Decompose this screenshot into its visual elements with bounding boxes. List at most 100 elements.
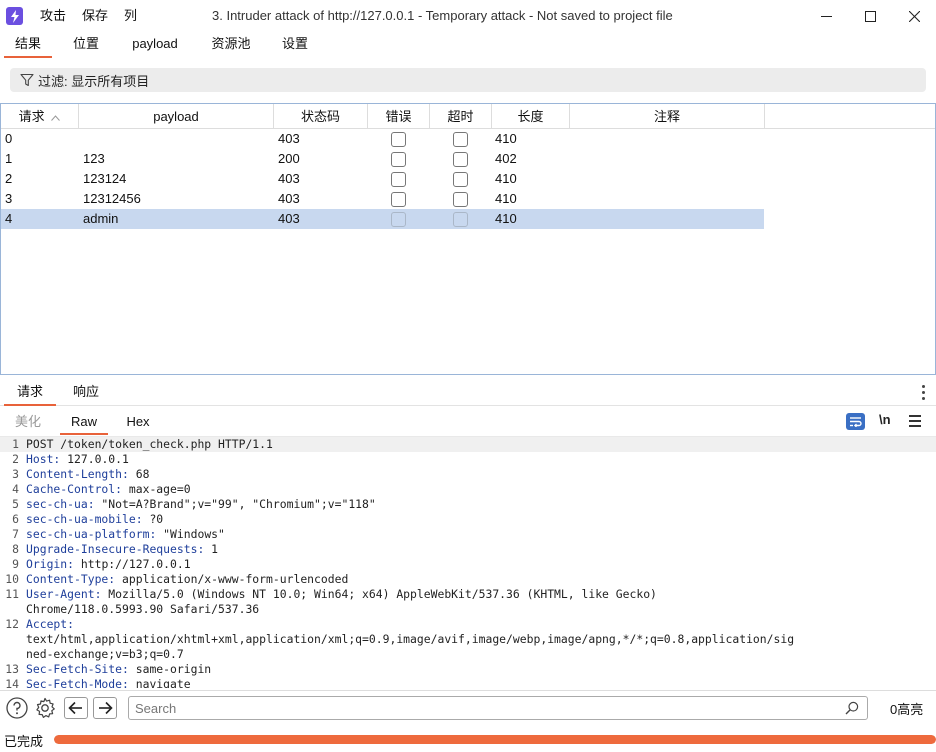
filter-bar[interactable]: 过滤: 显示所有项目 — [10, 68, 926, 92]
header-name: Content-Length: — [26, 467, 129, 481]
filter-icon — [20, 73, 34, 87]
burp-app-icon — [6, 7, 23, 25]
col-header-timeout[interactable]: 超时 — [430, 104, 492, 129]
header-name: Accept: — [26, 617, 75, 631]
error-checkbox[interactable] — [391, 152, 406, 167]
tab-pretty[interactable]: 美化 — [6, 408, 50, 435]
tab-results[interactable]: 结果 — [4, 32, 52, 58]
header-value: text/html,application/xhtml+xml,applicat… — [26, 632, 795, 646]
tab-payload[interactable]: payload — [122, 32, 188, 58]
line-number: 8 — [12, 542, 19, 556]
next-match-button[interactable] — [93, 697, 117, 719]
hamburger-menu-icon[interactable] — [909, 415, 921, 430]
header-value: 1 — [204, 542, 219, 556]
editor-line: 2 Host: 127.0.0.1 — [0, 452, 936, 467]
code-text: Origin: http://127.0.0.1 — [26, 557, 191, 571]
message-tabs: 请求 响应 — [0, 380, 936, 406]
error-checkbox[interactable] — [391, 172, 406, 187]
raw-request-editor[interactable]: 1 POST /token/token_check.php HTTP/1.1 2 Ho… — [0, 436, 936, 688]
col-header-comment[interactable]: 注释 — [570, 104, 765, 129]
error-checkbox[interactable] — [391, 132, 406, 147]
attack-progress-bar — [54, 735, 936, 744]
tab-request[interactable]: 请求 — [4, 380, 56, 406]
word-wrap-button[interactable] — [846, 413, 865, 430]
timeout-checkbox[interactable] — [453, 132, 468, 147]
timeout-checkbox[interactable] — [453, 212, 468, 227]
maximize-icon — [864, 10, 876, 22]
header-name: Sec-Fetch-Site: — [26, 662, 129, 676]
code-text: Chrome/118.0.5993.90 Safari/537.36 — [26, 602, 259, 616]
code-text: Sec-Fetch-Mode: navigate — [26, 677, 191, 688]
search-input[interactable] — [135, 699, 835, 717]
table-row[interactable]: 3 12312456 403 410 — [1, 189, 764, 209]
menu-attack[interactable]: 攻击 — [40, 0, 66, 32]
header-value: 127.0.0.1 — [60, 452, 129, 466]
timeout-checkbox[interactable] — [453, 192, 468, 207]
table-row[interactable]: 0 403 410 — [1, 129, 764, 149]
table-row[interactable]: 4 admin 403 410 — [1, 209, 764, 229]
line-number: 7 — [12, 527, 19, 541]
col-header-error[interactable]: 错误 — [368, 104, 430, 129]
cell-payload: 123124 — [83, 171, 127, 186]
cell-status: 403 — [278, 131, 300, 146]
show-newlines-button[interactable]: \n — [879, 410, 891, 430]
more-options-icon[interactable] — [922, 385, 926, 403]
previous-match-button[interactable] — [64, 697, 88, 719]
timeout-checkbox[interactable] — [453, 172, 468, 187]
error-checkbox[interactable] — [391, 192, 406, 207]
error-checkbox[interactable] — [391, 212, 406, 227]
tab-settings[interactable]: 设置 — [274, 32, 316, 58]
header-value: application/x-www-form-urlencoded — [115, 572, 349, 586]
editor-line: 6 sec-ch-ua-mobile: ?0 — [0, 512, 936, 527]
close-button[interactable] — [892, 0, 936, 32]
editor-line: ned-exchange;v=b3;q=0.7 — [0, 647, 936, 662]
table-row[interactable]: 1 123 200 402 — [1, 149, 764, 169]
code-text: Cache-Control: max-age=0 — [26, 482, 191, 496]
col-header-status[interactable]: 状态码 — [274, 104, 368, 129]
header-name: Sec-Fetch-Mode: — [26, 677, 129, 688]
code-text: Upgrade-Insecure-Requests: 1 — [26, 542, 218, 556]
table-row[interactable]: 2 123124 403 410 — [1, 169, 764, 189]
table-header: 请求 payload 状态码 错误 超时 长度 注释 — [1, 104, 935, 129]
tab-hex[interactable]: Hex — [116, 408, 160, 435]
header-value: 68 — [128, 467, 150, 481]
tab-positions[interactable]: 位置 — [64, 32, 108, 58]
line-number: 1 — [12, 437, 19, 451]
header-value: same-origin — [128, 662, 212, 676]
header-value: Chrome/118.0.5993.90 Safari/537.36 — [26, 602, 260, 616]
code-text: text/html,application/xhtml+xml,applicat… — [26, 632, 794, 646]
editor-line: 5 sec-ch-ua: "Not=A?Brand";v="99", "Chrom… — [0, 497, 936, 512]
menu-save[interactable]: 保存 — [82, 0, 108, 32]
minimize-button[interactable] — [804, 0, 848, 32]
maximize-button[interactable] — [848, 0, 892, 32]
editor-line: 7 sec-ch-ua-platform: "Windows" — [0, 527, 936, 542]
editor-line: 9 Origin: http://127.0.0.1 — [0, 557, 936, 572]
cell-payload: 12312456 — [83, 191, 141, 206]
header-name: sec-ch-ua: — [26, 497, 95, 511]
col-header-length[interactable]: 长度 — [492, 104, 570, 129]
help-icon[interactable] — [6, 697, 28, 719]
code-text: ned-exchange;v=b3;q=0.7 — [26, 647, 184, 661]
col-header-payload[interactable]: payload — [79, 104, 274, 129]
header-value: "Windows" — [156, 527, 225, 541]
editor-line: 13 Sec-Fetch-Site: same-origin — [0, 662, 936, 677]
code-text: sec-ch-ua-mobile: ?0 — [26, 512, 163, 526]
line-number: 2 — [12, 452, 19, 466]
cell-request: 2 — [5, 171, 13, 186]
tab-resource-pool[interactable]: 资源池 — [204, 32, 258, 58]
tab-response[interactable]: 响应 — [62, 380, 110, 406]
line-number: 13 — [5, 662, 19, 676]
search-icon[interactable] — [845, 701, 859, 715]
menu-columns[interactable]: 列 — [124, 0, 137, 32]
col-header-request[interactable]: 请求 — [1, 104, 79, 129]
header-value: max-age=0 — [122, 482, 191, 496]
line-number: 5 — [12, 497, 19, 511]
status-text: 已完成 — [4, 734, 44, 749]
tab-raw[interactable]: Raw — [60, 408, 108, 435]
code-text: Sec-Fetch-Site: same-origin — [26, 662, 211, 676]
settings-gear-icon[interactable] — [34, 697, 56, 719]
title-bar: 攻击 保存 列 3. Intruder attack of http://127… — [0, 0, 936, 32]
cell-status: 403 — [278, 211, 300, 226]
timeout-checkbox[interactable] — [453, 152, 468, 167]
sort-asc-icon — [51, 113, 61, 124]
